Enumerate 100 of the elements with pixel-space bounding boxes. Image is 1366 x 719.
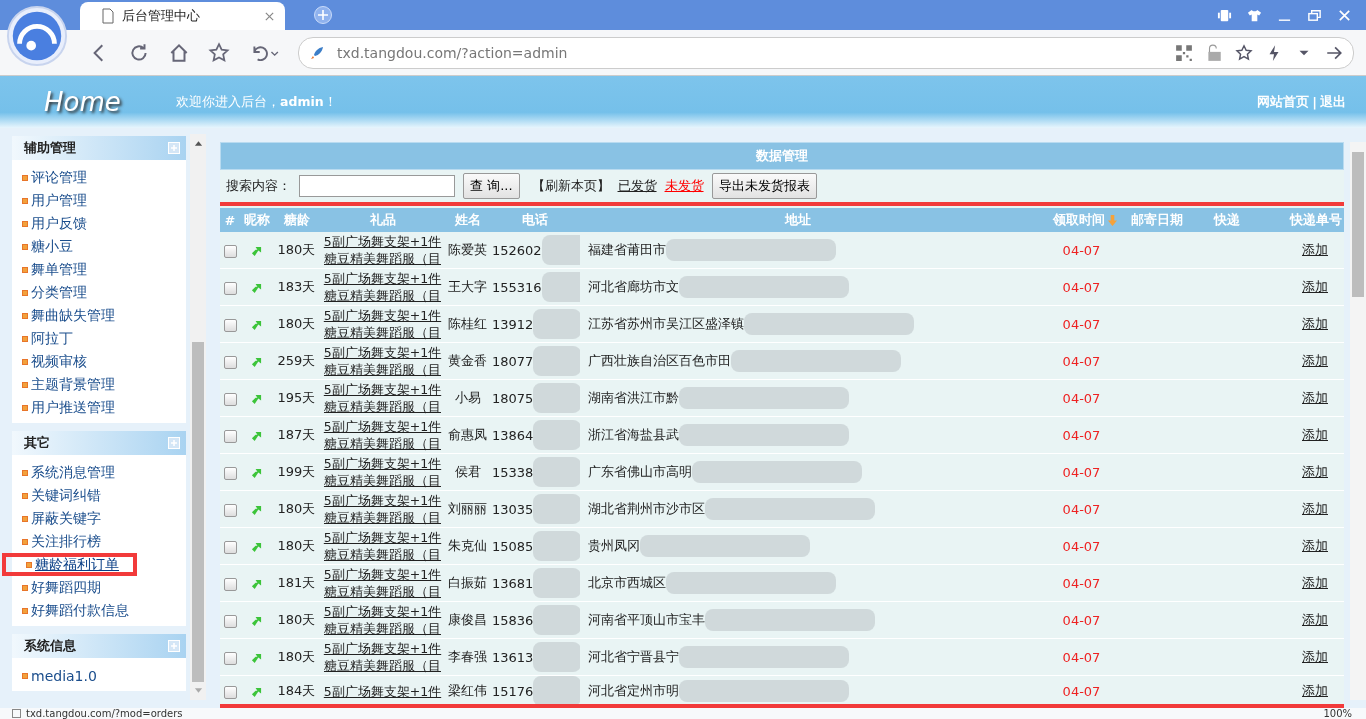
search-button[interactable]: 查 询... [463,173,520,199]
row-checkbox[interactable] [223,355,237,369]
sidebar-link[interactable]: 用户推送管理 [31,398,115,417]
row-checkbox[interactable] [223,685,237,699]
row-checkbox[interactable] [223,577,237,591]
gift-link[interactable]: 5副广场舞支架+1件 糖豆精美舞蹈服（目 [323,381,442,415]
filter-link[interactable]: 未发货 [664,177,704,195]
export-button[interactable]: 导出未发货报表 [711,173,817,199]
table-cell: 181天 [277,575,316,590]
qr-code-icon[interactable] [1175,43,1193,62]
sidebar-link[interactable]: 主题背景管理 [31,375,115,394]
sidebar-link[interactable]: 好舞蹈付款信息 [31,601,129,620]
sidebar-link[interactable]: 屏蔽关键字 [31,509,101,528]
add-link[interactable]: 添加 [1302,575,1328,590]
gift-link[interactable]: 5副广场舞支架+1件 糖豆精美舞蹈服（目 [323,566,442,600]
sidebar-link[interactable]: 舞单管理 [31,260,87,279]
bullet-icon [22,358,28,365]
sidebar-link[interactable]: 糖小豆 [31,237,73,256]
lock-icon[interactable] [1205,43,1223,62]
gift-link[interactable]: 5副广场舞支架+1件 糖豆精美舞蹈服（目 [323,418,442,452]
section-header[interactable]: 辅助管理 [12,136,186,160]
filter-link[interactable]: 已发货 [617,177,657,195]
gift-link[interactable]: 5副广场舞支架+1件 糖豆精美舞蹈服（目 [323,233,442,267]
sidebar-link[interactable]: 评论管理 [31,168,87,187]
add-link[interactable]: 添加 [1302,612,1328,627]
add-link[interactable]: 添加 [1302,353,1328,368]
home-icon[interactable] [168,41,190,64]
sidebar-link[interactable]: 关键词纠错 [31,486,101,505]
url-text: txd.tangdou.com/?action=admin [337,44,568,61]
row-checkbox[interactable] [223,429,237,443]
star-icon[interactable] [208,41,230,64]
phone-icon[interactable] [1217,7,1232,23]
gift-link[interactable]: 5副广场舞支架+1件 糖豆精美舞蹈服（目 [323,529,442,563]
bullet-icon [22,197,28,204]
table-cell: 04-07 [1062,683,1101,699]
row-checkbox[interactable] [223,540,237,554]
add-link[interactable]: 添加 [1302,464,1328,479]
row-checkbox[interactable] [223,318,237,332]
scrollbar-thumb[interactable] [1352,152,1364,297]
refresh-link[interactable]: 【刷新本页】 [531,177,610,195]
sidebar-link[interactable]: 视频审核 [31,352,87,371]
gift-link[interactable]: 5副广场舞支架+1件 糖豆精美舞蹈服（目 [323,344,442,378]
sidebar-link[interactable]: 关注排行榜 [31,532,101,551]
arrow-icon [251,356,262,368]
row-checkbox[interactable] [223,614,237,628]
gift-link[interactable]: 5副广场舞支架+1件 糖豆精美舞蹈服（目 [323,307,442,341]
add-link[interactable]: 添加 [1302,242,1328,257]
gift-link[interactable]: 5副广场舞支架+1件 糖豆精美舞蹈服（目 [323,492,442,526]
scrollbar-thumb[interactable] [192,342,204,682]
table-cell: 浙江省海盐县武 [588,426,679,444]
scrollbar[interactable] [1350,142,1366,700]
new-tab-icon[interactable] [313,5,333,25]
browser-tab[interactable]: 后台管理中心 [80,2,285,30]
table-cell: 13912 [492,316,534,332]
close-icon[interactable] [1337,7,1352,23]
add-link[interactable]: 添加 [1302,538,1328,553]
section-header[interactable]: 系统信息 [12,634,186,658]
scroll-up-icon[interactable] [193,140,203,146]
add-link[interactable]: 添加 [1302,427,1328,442]
section-header[interactable]: 其它 [12,431,186,455]
gift-link[interactable]: 5副广场舞支架+1件 糖豆精美舞蹈服（目 [323,640,442,674]
row-checkbox[interactable] [223,503,237,517]
scroll-down-icon[interactable] [193,688,203,694]
add-link[interactable]: 添加 [1302,649,1328,664]
section-title: 其它 [24,434,50,452]
zoom-level[interactable]: 100% [1323,708,1352,719]
row-checkbox[interactable] [223,392,237,406]
section-title: 辅助管理 [24,139,76,157]
restore-icon[interactable] [1307,7,1322,23]
star-icon[interactable] [1235,43,1253,62]
sidebar-link[interactable]: 系统消息管理 [31,463,115,482]
sidebar-link[interactable]: 舞曲缺失管理 [31,306,115,325]
search-field[interactable] [299,175,455,197]
gift-link[interactable]: 5副广场舞支架+1件 糖豆精美舞蹈服（目 [323,603,442,637]
gift-link[interactable]: 5副广场舞支架+1件 糖豆精美舞蹈服（目 [323,455,442,489]
scrollbar[interactable] [190,134,206,700]
gift-link[interactable]: 5副广场舞支架+1件 [323,682,442,700]
gift-link[interactable]: 5副广场舞支架+1件 糖豆精美舞蹈服（目 [323,270,442,304]
redaction-blur [533,383,580,413]
add-link[interactable]: 添加 [1302,501,1328,516]
close-icon[interactable] [264,10,275,22]
sidebar-link[interactable]: 好舞蹈四期 [31,578,101,597]
sidebar-link[interactable]: 用户管理 [31,191,87,210]
row-checkbox[interactable] [223,244,237,258]
sidebar-link[interactable]: 用户反馈 [31,214,87,233]
shirt-icon[interactable] [1247,7,1262,23]
row-checkbox[interactable] [223,651,237,665]
sidebar-link[interactable]: 阿拉丁 [31,329,73,348]
bullet-icon [22,469,28,476]
add-link[interactable]: 添加 [1302,390,1328,405]
arrow-icon [251,282,262,294]
add-link[interactable]: 添加 [1302,316,1328,331]
row-checkbox[interactable] [223,281,237,295]
row-checkbox[interactable] [223,466,237,480]
sidebar-link[interactable]: 分类管理 [31,283,87,302]
redaction-blur [533,346,580,376]
add-link[interactable]: 添加 [1302,683,1328,698]
address-bar[interactable]: txd.tangdou.com/?action=admin [298,36,1354,69]
add-link[interactable]: 添加 [1302,279,1328,294]
sidebar-link[interactable]: media1.0 [31,667,97,684]
